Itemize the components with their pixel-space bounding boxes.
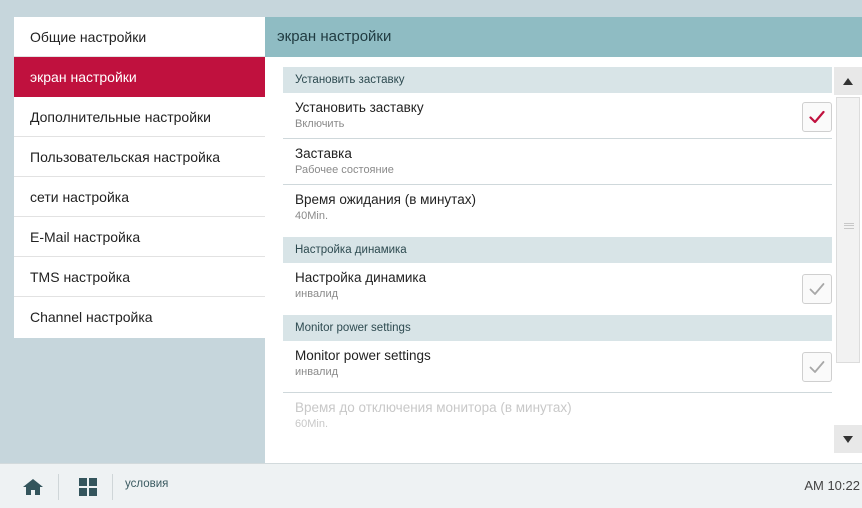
page-title: экран настройки: [265, 17, 862, 57]
divider: [112, 474, 113, 500]
setting-screensaver[interactable]: Заставка Рабочее состояние: [283, 139, 832, 185]
speaker-checkbox[interactable]: [802, 274, 832, 304]
setting-value: инвалид: [295, 366, 339, 378]
sidebar-item-email[interactable]: E-Mail настройка: [14, 217, 265, 257]
settings-sidebar: Общие настройки экран настройки Дополнит…: [14, 17, 265, 338]
setting-screensaver-enable[interactable]: Установить заставку Включить: [283, 93, 832, 139]
sidebar-item-user[interactable]: Пользовательская настройка: [14, 137, 265, 177]
section-header-monitor-power: Monitor power settings: [283, 315, 832, 341]
screensaver-checkbox[interactable]: [802, 102, 832, 132]
checkmark-icon: [809, 361, 825, 373]
grid-menu-icon: [79, 478, 97, 496]
triangle-down-icon: [843, 435, 853, 443]
sidebar-item-tms[interactable]: TMS настройка: [14, 257, 265, 297]
status-label: условия: [125, 478, 169, 490]
scroll-down-button[interactable]: [834, 425, 862, 453]
setting-title: Установить заставку: [295, 100, 424, 115]
checkmark-icon: [809, 110, 825, 124]
top-strip: [0, 0, 862, 14]
setting-wait-time[interactable]: Время ожидания (в минутах) 40Min.: [283, 185, 832, 237]
bottom-bar: условия AM 10:22: [0, 463, 862, 508]
sidebar-item-general[interactable]: Общие настройки: [14, 17, 265, 57]
home-button[interactable]: [22, 478, 44, 496]
setting-title: Настройка динамика: [295, 270, 427, 285]
section-header-screensaver: Установить заставку: [283, 67, 832, 93]
setting-title: Заставка: [295, 146, 352, 161]
section-header-speaker: Настройка динамика: [283, 237, 832, 263]
checkmark-icon: [809, 283, 825, 295]
menu-button[interactable]: [79, 478, 97, 496]
setting-speaker[interactable]: Настройка динамика инвалид: [283, 263, 832, 315]
setting-value: 60Min.: [295, 418, 329, 430]
setting-value: 40Min.: [295, 210, 329, 222]
setting-value: Рабочее состояние: [295, 164, 394, 176]
settings-panel: Установить заставку Установить заставку …: [265, 57, 862, 463]
divider: [58, 474, 59, 500]
setting-title: Время до отключения монитора (в минутах): [295, 400, 572, 415]
sidebar-item-network[interactable]: сети настройка: [14, 177, 265, 217]
sidebar-item-screen[interactable]: экран настройки: [14, 57, 265, 97]
clock: AM 10:22: [804, 478, 860, 493]
sidebar-item-advanced[interactable]: Дополнительные настройки: [14, 97, 265, 137]
setting-monitor-off-time: Время до отключения монитора (в минутах)…: [283, 393, 832, 439]
scroll-thumb[interactable]: [836, 97, 860, 363]
setting-title: Monitor power settings: [295, 348, 431, 363]
monitor-power-checkbox[interactable]: [802, 352, 832, 382]
setting-value: Включить: [295, 118, 345, 130]
setting-monitor-power[interactable]: Monitor power settings инвалид: [283, 341, 832, 393]
grip-icon: [844, 223, 854, 229]
sidebar-item-channel[interactable]: Channel настройка: [14, 297, 265, 337]
home-icon: [23, 479, 43, 495]
scroll-up-button[interactable]: [834, 67, 862, 95]
triangle-up-icon: [843, 77, 853, 85]
vertical-scrollbar[interactable]: [834, 57, 862, 463]
setting-title: Время ожидания (в минутах): [295, 192, 476, 207]
sidebar-empty-area: [14, 338, 265, 463]
setting-value: инвалид: [295, 288, 339, 300]
settings-list: Установить заставку Установить заставку …: [283, 67, 832, 439]
